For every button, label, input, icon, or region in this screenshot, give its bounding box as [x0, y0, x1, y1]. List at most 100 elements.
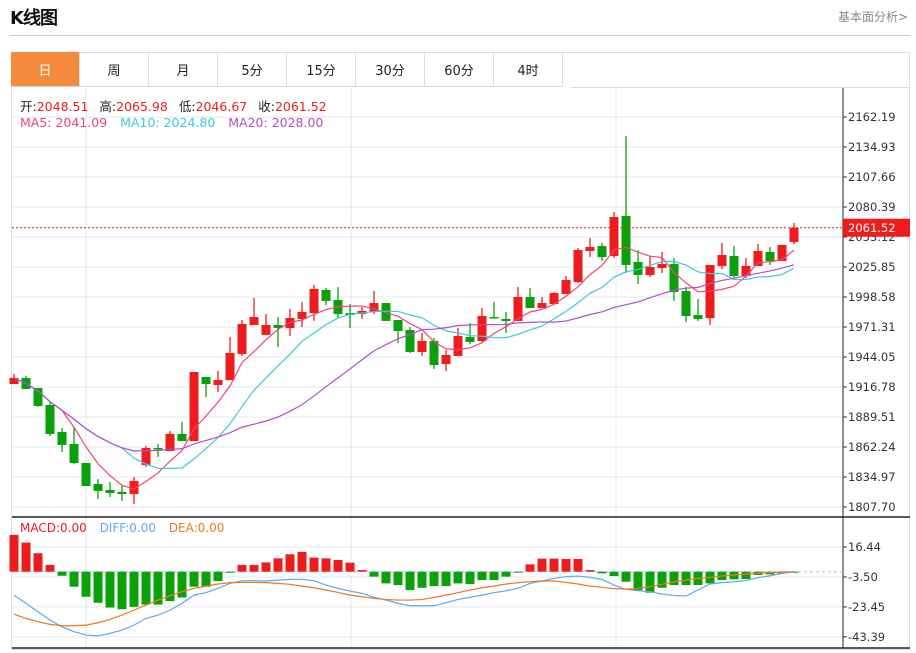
macd-bar: [609, 571, 619, 577]
macd-bar: [93, 571, 103, 603]
macd-bar: [453, 571, 463, 584]
price-tick-label: 2134.93: [848, 140, 896, 154]
macd-tick-label: -43.39: [848, 630, 885, 644]
price-tick-label: 1807.70: [848, 500, 896, 514]
price-tick-label: 2107.66: [848, 170, 896, 184]
macd-bar: [189, 571, 199, 587]
macd-bar: [681, 571, 691, 586]
candle-up: [225, 352, 235, 381]
candle-down: [693, 315, 703, 319]
candle-up: [417, 340, 427, 352]
candle-up: [717, 254, 727, 266]
candle-up: [249, 317, 259, 326]
macd-bar: [33, 553, 43, 572]
macd-bar: [345, 562, 355, 572]
macd-bar: [669, 571, 679, 586]
low-value: 2046.67: [195, 99, 248, 114]
macd-bar: [273, 558, 283, 572]
last-price-label: 2061.52: [848, 221, 896, 235]
macd-bar: [117, 571, 127, 610]
macd-bar: [237, 564, 247, 572]
price-tick-label: 2162.19: [848, 110, 896, 124]
candle-down: [729, 255, 739, 276]
candle-up: [573, 249, 583, 283]
candle-down: [621, 216, 631, 265]
candle-down: [429, 340, 439, 365]
macd-bar: [741, 571, 751, 580]
macd-bar: [285, 554, 295, 572]
candle-up: [237, 323, 247, 354]
close-label: 收:: [258, 99, 275, 114]
macd-bar: [645, 571, 655, 593]
candle-up: [777, 244, 787, 262]
macd-bar: [45, 564, 55, 572]
candle-down: [93, 484, 103, 491]
macd-bar: [405, 571, 415, 591]
macd-bar: [9, 534, 19, 572]
macd-bar: [105, 571, 115, 608]
candle-up: [561, 280, 571, 295]
ma10-value: MA10: 2024.80: [120, 115, 216, 130]
candle-down: [177, 433, 187, 441]
candle-down: [465, 337, 475, 342]
macd-value: MACD:0.00: [20, 521, 87, 535]
candle-down: [393, 319, 403, 331]
ma20-line: [13, 264, 795, 452]
macd-bar: [249, 564, 259, 572]
macd-bar: [549, 558, 559, 572]
ohlc-readout: 开:2048.51 高:2065.98 低:2046.67 收:2061.52: [20, 96, 329, 115]
macd-tick-label: 16.44: [848, 540, 881, 554]
macd-bar: [213, 571, 223, 582]
candle-down: [117, 491, 127, 495]
candle-up: [645, 266, 655, 275]
candle-down: [45, 405, 55, 434]
price-tick-label: 1944.05: [848, 350, 896, 364]
candle-up: [477, 316, 487, 341]
candle-down: [525, 296, 535, 308]
macd-bar: [141, 571, 151, 605]
macd-bar: [393, 571, 403, 586]
price-tick-label: 1916.78: [848, 380, 896, 394]
open-value: 2048.51: [36, 99, 89, 114]
macd-bar: [513, 571, 523, 573]
macd-bar: [381, 571, 391, 584]
candle-up: [309, 288, 319, 314]
candle-down: [321, 289, 331, 301]
macd-bar: [225, 571, 235, 573]
candle-down: [489, 317, 499, 319]
candle-up: [753, 250, 763, 266]
macd-bar: [177, 571, 187, 598]
low-label: 低:: [178, 99, 196, 114]
macd-bar: [441, 571, 451, 587]
macd-bar: [69, 571, 79, 587]
macd-bar: [333, 559, 343, 572]
price-tick-label: 1971.31: [848, 320, 896, 334]
macd-bar: [501, 571, 511, 577]
candle-down: [597, 246, 607, 258]
candle-up: [789, 227, 799, 243]
macd-bar: [57, 571, 67, 576]
macd-bar: [585, 570, 595, 572]
macd-tick-label: -3.50: [848, 570, 878, 584]
ma5-value: MA5: 2041.09: [20, 115, 108, 130]
macd-bar: [297, 551, 307, 572]
candle-up: [657, 263, 667, 269]
ma20-value: MA20: 2028.00: [228, 115, 324, 130]
macd-bar: [597, 571, 607, 574]
diff-value: DIFF:0.00: [99, 521, 156, 535]
candle-up: [189, 372, 199, 441]
ma-readout: MA5: 2041.09 MA10: 2024.80 MA20: 2028.00: [20, 115, 325, 130]
candle-down: [69, 443, 79, 463]
macd-tick-label: -23.45: [848, 600, 885, 614]
macd-bar: [321, 558, 331, 572]
macd-bar: [465, 571, 475, 585]
candle-down: [105, 489, 115, 494]
macd-bar: [537, 558, 547, 572]
macd-bar: [429, 571, 439, 587]
macd-bar: [357, 570, 367, 572]
macd-readout: MACD:0.00 DIFF:0.00 DEA:0.00: [20, 521, 226, 535]
candle-down: [57, 431, 67, 445]
close-value: 2061.52: [274, 99, 327, 114]
macd-bar: [561, 558, 571, 572]
candle-down: [201, 376, 211, 385]
